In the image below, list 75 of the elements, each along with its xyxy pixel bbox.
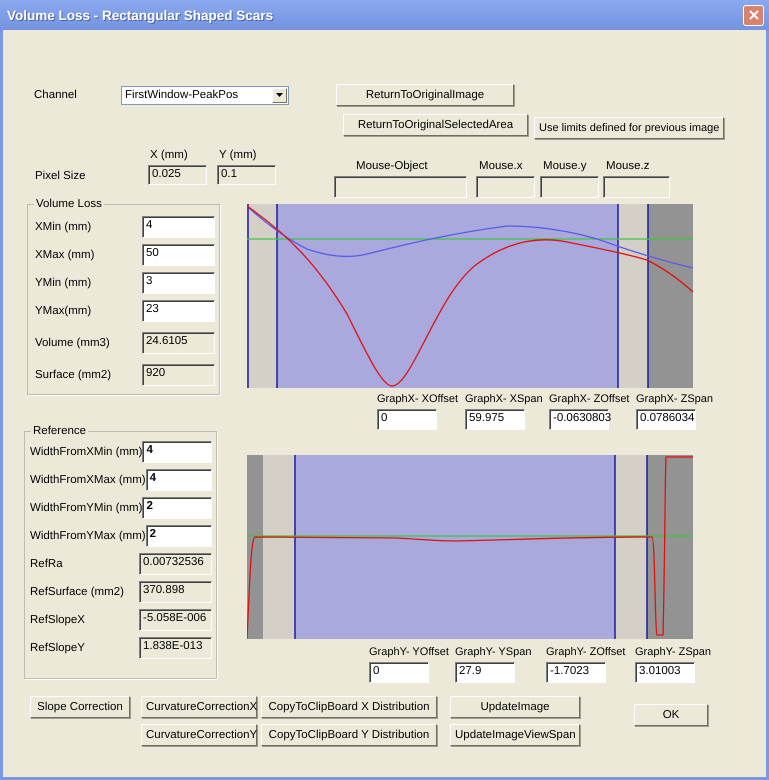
readonly-field: 24.6105 (142, 332, 215, 354)
action-button[interactable]: CopyToClipBoard X Distribution (261, 696, 437, 718)
input-field[interactable]: 0 (369, 662, 429, 683)
channel-label: Channel (33, 89, 78, 101)
action-button[interactable]: CurvatureCorrectionY (141, 724, 257, 746)
window-title: Volume Loss - Rectangular Shaped Scars (7, 8, 274, 22)
field-label: RefSlopeY (29, 642, 85, 654)
field-label: YMin (mm) (34, 277, 92, 289)
input-field[interactable]: -0.0630803 (549, 409, 609, 430)
action-button[interactable]: CurvatureCorrectionX (141, 696, 257, 718)
field-label: GraphX- XSpan (465, 393, 543, 407)
field-label: XMin (mm) (34, 221, 92, 233)
field-label: Mouse.y (542, 160, 588, 174)
pixel-size-field: 0.025 (148, 165, 207, 185)
field-label: GraphX- ZSpan (636, 393, 714, 407)
input-field[interactable]: 50 (142, 244, 215, 266)
readonly-field: 1.838E-013 (139, 637, 212, 659)
pixel-size-field: 0.1 (217, 165, 276, 185)
mouse-field (603, 176, 670, 198)
action-button[interactable]: Slope Correction (30, 696, 130, 718)
field-label: GraphY- ZOffset (546, 646, 626, 660)
readonly-field: 0.00732536 (139, 553, 212, 575)
field-label: RefSlopeX (29, 614, 85, 626)
dropdown-value: FirstWindow-PeakPos (125, 89, 238, 101)
field-label: WidthFromYMax (mm) (29, 530, 146, 542)
readonly-field: 370.898 (139, 581, 212, 603)
input-field[interactable]: 4 (146, 469, 212, 491)
input-field[interactable]: 4 (142, 441, 212, 463)
action-button[interactable]: OK (634, 704, 708, 726)
input-field[interactable]: -1.7023 (546, 662, 606, 683)
field-label: GraphX- ZOffset (549, 393, 630, 407)
input-field[interactable]: 3 (142, 272, 215, 294)
channel-dropdown[interactable]: FirstWindow-PeakPos (121, 86, 289, 104)
field-label: XMax (mm) (34, 249, 94, 261)
input-field[interactable]: 3.01003 (635, 662, 695, 683)
mouse-field (476, 176, 535, 198)
close-button[interactable] (743, 4, 764, 26)
action-button[interactable]: UpdateImage (450, 696, 580, 718)
return-image-button[interactable]: ReturnToOriginalImage (336, 84, 514, 106)
input-field[interactable]: 2 (146, 525, 212, 547)
close-icon (748, 9, 760, 21)
field-label: Y (mm) (218, 149, 258, 163)
use-limits-button[interactable]: Use limits defined for previous image (534, 117, 724, 139)
mouse-field (540, 176, 599, 198)
field-label: X (mm) (149, 149, 189, 163)
field-label: WidthFromYMin (mm) (29, 502, 142, 514)
field-label: GraphY- ZSpan (635, 646, 712, 660)
field-label: RefRa (29, 558, 63, 570)
action-button[interactable]: UpdateImageViewSpan (450, 724, 580, 746)
field-label: Mouse.x (478, 160, 524, 174)
input-field[interactable]: 0 (377, 409, 437, 430)
pixel-size-label: Pixel Size (34, 170, 86, 182)
field-label: Mouse.z (605, 160, 650, 174)
input-field[interactable]: 27.9 (455, 662, 515, 683)
action-button[interactable]: CopyToClipBoard Y Distribution (261, 724, 437, 746)
field-label: GraphY- YOffset (369, 646, 449, 660)
field-label: WidthFromXMin (mm) (29, 446, 142, 458)
group-title: Volume Loss (34, 198, 104, 210)
return-area-button[interactable]: ReturnToOriginalSelectedArea (343, 114, 528, 136)
input-field[interactable]: 2 (142, 497, 212, 519)
readonly-field: 920 (142, 364, 215, 386)
field-label: Mouse-Object (355, 160, 429, 174)
group-title: Reference (31, 425, 88, 437)
field-label: Surface (mm2) (34, 369, 112, 381)
field-label: GraphY- YSpan (455, 646, 532, 660)
readonly-field: -5.058E-006 (139, 609, 212, 631)
field-label: Volume (mm3) (34, 337, 110, 349)
input-field[interactable]: 23 (142, 300, 215, 322)
field-label: GraphX- XOffset (377, 393, 458, 407)
field-label: YMax(mm) (34, 305, 92, 317)
input-field[interactable]: 59.975 (465, 409, 525, 430)
field-label: RefSurface (mm2) (29, 586, 124, 598)
input-field[interactable]: 0.0786034 (636, 409, 696, 430)
input-field[interactable]: 4 (142, 216, 215, 238)
field-label: WidthFromXMax (mm) (29, 474, 146, 486)
